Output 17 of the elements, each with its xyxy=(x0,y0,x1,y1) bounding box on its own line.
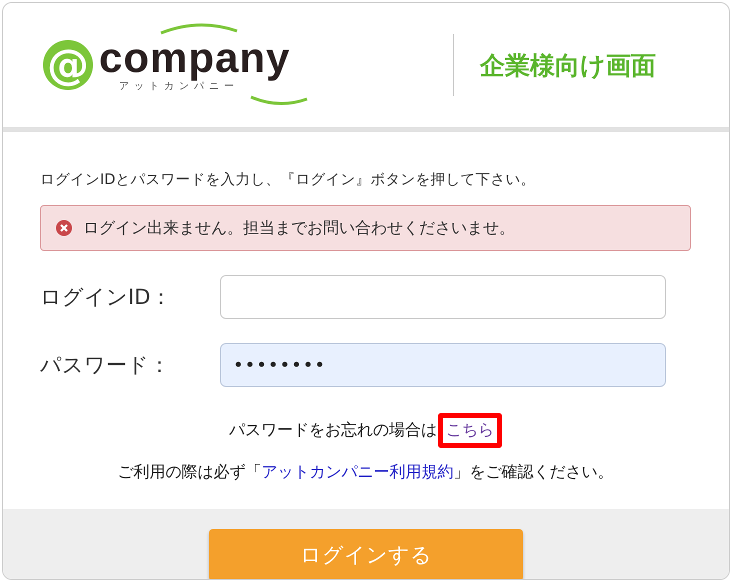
logo-reading: アットカンパニー xyxy=(119,81,240,93)
logo-name: company xyxy=(99,37,290,79)
forgot-password-link[interactable]: こちら xyxy=(438,413,502,448)
password-field[interactable]: •••••••• xyxy=(220,343,666,387)
instruction-text: ログインIDとパスワードを入力し、『ログイン』ボタンを押して下さい。 xyxy=(40,171,536,189)
login-id-field[interactable] xyxy=(220,275,666,319)
error-message: ログイン出来ません。担当までお問い合わせくださいませ。 xyxy=(83,218,515,238)
field-label: パスワード： xyxy=(40,352,171,379)
swoosh-icon xyxy=(159,21,239,35)
swoosh-icon xyxy=(249,95,309,107)
error-icon xyxy=(55,219,73,237)
terms-link[interactable]: アットカンパニー利用規約 xyxy=(262,462,454,481)
forgot-password-text: パスワードをお忘れの場合は xyxy=(229,420,437,441)
field-label: ログインID： xyxy=(40,284,172,311)
screen-title: 企業様向け画面 xyxy=(480,50,656,82)
terms-notice: ご利用の際は必ず「アットカンパニー利用規約」をご確認ください。 xyxy=(116,462,614,483)
logo-mark: @ xyxy=(43,40,93,90)
